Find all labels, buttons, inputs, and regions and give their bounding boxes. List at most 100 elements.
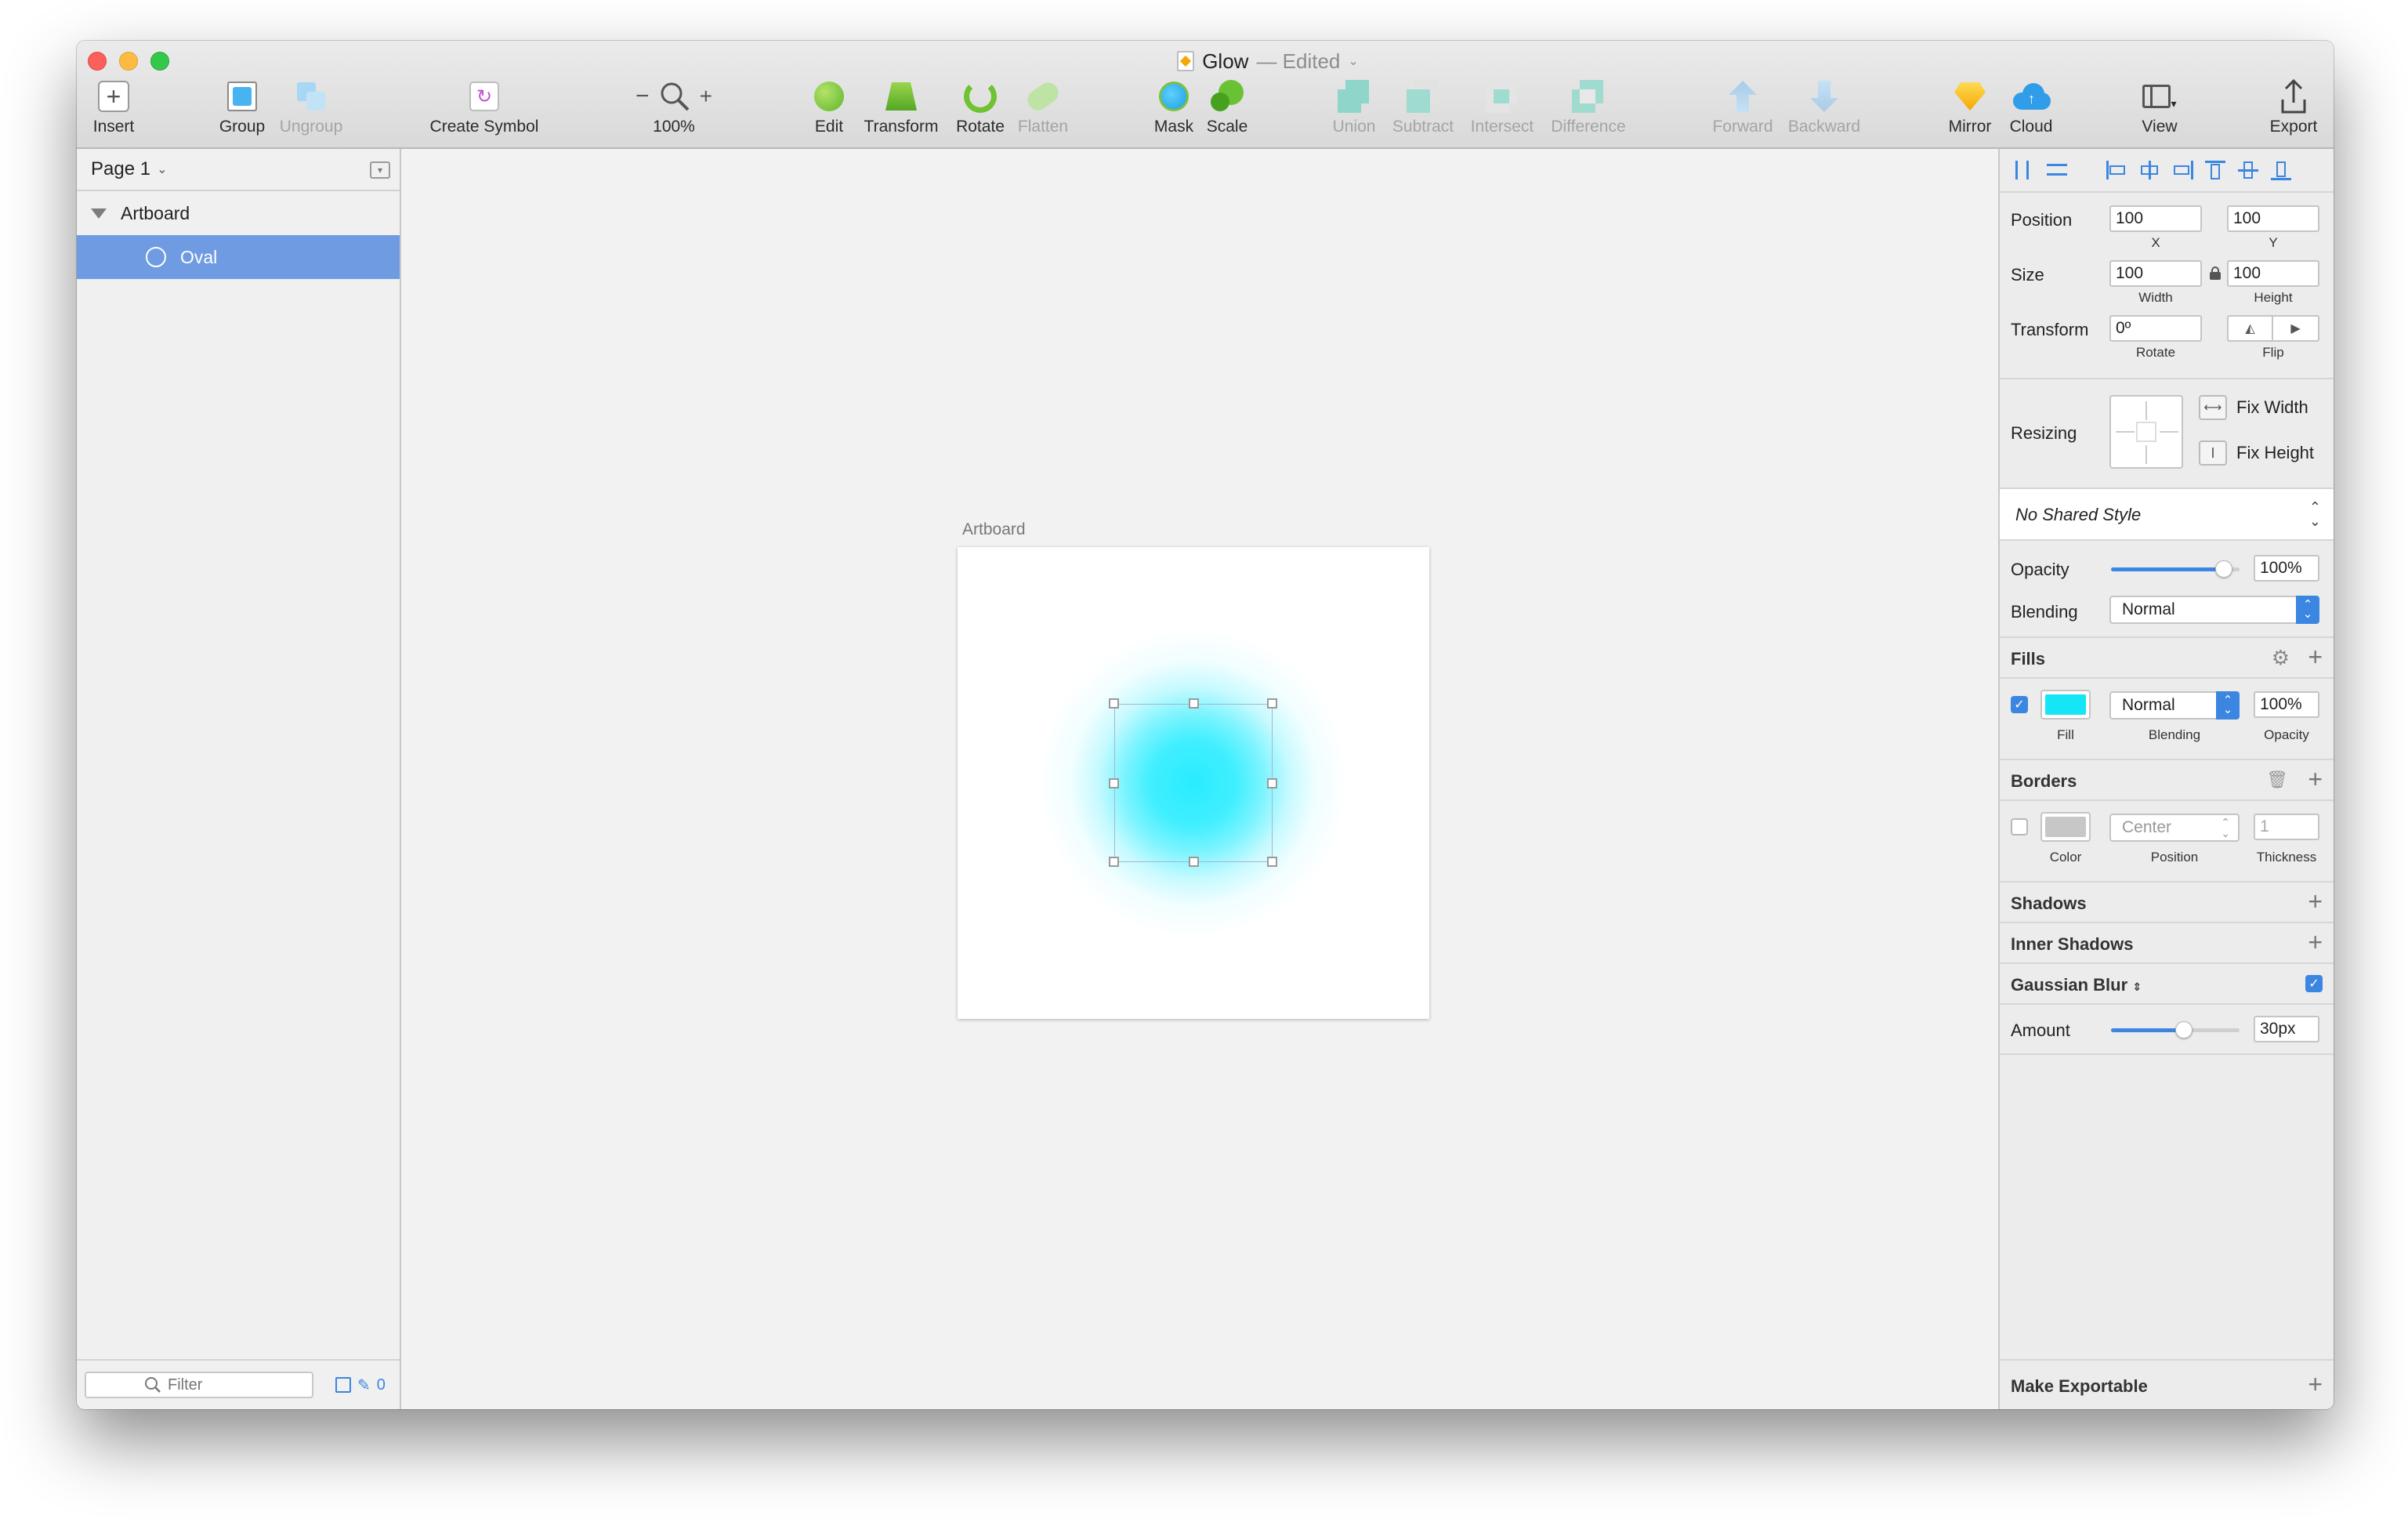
- page-selector[interactable]: Page 1 ⌄ ▾: [77, 149, 400, 191]
- resize-handle-bottom[interactable]: [1189, 857, 1199, 867]
- resize-handle-right[interactable]: [1267, 778, 1277, 788]
- position-label: Position: [2011, 210, 2073, 230]
- resize-handle-top-right[interactable]: [1267, 698, 1277, 709]
- backward-button[interactable]: Backward: [1785, 78, 1863, 144]
- edit-button[interactable]: Edit: [807, 78, 851, 144]
- gear-icon[interactable]: ⚙: [2272, 646, 2290, 670]
- fix-height-toggle[interactable]: I Fix Height: [2199, 440, 2314, 466]
- align-top-icon[interactable]: [2203, 159, 2227, 181]
- distribute-vertical-icon[interactable]: [2045, 159, 2069, 181]
- align-left-icon[interactable]: [2105, 159, 2128, 181]
- height-field[interactable]: 100: [2227, 260, 2319, 287]
- blur-amount-slider[interactable]: [2111, 1021, 2240, 1038]
- export-button[interactable]: Export: [2266, 78, 2321, 144]
- size-label: Size: [2011, 265, 2044, 285]
- cloud-button[interactable]: ↑ Cloud: [2006, 78, 2056, 144]
- union-button[interactable]: Union: [1329, 78, 1379, 144]
- add-export-icon[interactable]: +: [2308, 1372, 2323, 1397]
- filter-input[interactable]: [168, 1376, 254, 1394]
- footer-icons: ✎ 0: [335, 1376, 386, 1395]
- zoom-out-icon[interactable]: −: [635, 83, 650, 110]
- rotate-field[interactable]: 0º: [2109, 315, 2202, 342]
- resize-handle-bottom-right[interactable]: [1267, 857, 1277, 867]
- subtract-button[interactable]: Subtract: [1389, 78, 1457, 144]
- rotate-button[interactable]: Rotate: [953, 78, 1008, 144]
- artboard-title[interactable]: Artboard: [962, 520, 1026, 539]
- fill-enabled-checkbox[interactable]: ✓: [2011, 696, 2028, 713]
- y-field[interactable]: 100: [2227, 205, 2319, 232]
- resize-handle-bottom-left[interactable]: [1109, 857, 1119, 867]
- view-button[interactable]: ▾ View: [2136, 78, 2183, 144]
- fill-color-well[interactable]: [2040, 690, 2091, 720]
- opacity-field[interactable]: 100%: [2254, 555, 2319, 582]
- distribute-horizontal-icon[interactable]: [2012, 159, 2036, 181]
- border-position-label: Position: [2150, 850, 2199, 864]
- resize-handle-left[interactable]: [1109, 778, 1119, 788]
- lock-icon[interactable]: [2210, 266, 2221, 280]
- zoom-control[interactable]: − + 100%: [628, 78, 719, 144]
- align-vertical-center-icon[interactable]: [2236, 159, 2260, 181]
- blur-amount-slider-knob[interactable]: [2175, 1021, 2193, 1038]
- add-fill-icon[interactable]: +: [2308, 644, 2323, 669]
- insert-button[interactable]: + Insert: [89, 78, 138, 144]
- collapse-pages-icon[interactable]: ▾: [370, 161, 390, 179]
- mirror-button[interactable]: Mirror: [1945, 78, 1995, 144]
- scale-button[interactable]: Scale: [1204, 78, 1251, 144]
- forward-button[interactable]: Forward: [1710, 78, 1776, 144]
- border-thickness-field[interactable]: 1: [2254, 814, 2319, 840]
- shared-style-selector[interactable]: No Shared Style ⌃ ⌄: [2000, 489, 2334, 541]
- zoom-in-icon[interactable]: +: [700, 84, 712, 109]
- add-shadow-icon[interactable]: +: [2308, 889, 2323, 914]
- flatten-button[interactable]: Flatten: [1014, 78, 1072, 144]
- layer-oval[interactable]: Oval: [77, 235, 400, 279]
- updown-chevron-icon: ⌃ ⌄: [2296, 596, 2319, 624]
- close-window-button[interactable]: [88, 52, 107, 71]
- opacity-slider[interactable]: [2111, 560, 2240, 578]
- resizing-constraints-widget[interactable]: [2109, 395, 2183, 469]
- disclosure-triangle-icon[interactable]: [91, 208, 107, 219]
- opacity-slider-knob[interactable]: [2215, 560, 2233, 578]
- border-color-well[interactable]: [2040, 812, 2091, 842]
- blur-type-selector[interactable]: Gaussian Blur ⇕: [2011, 975, 2142, 995]
- slice-filter-icon[interactable]: ✎: [357, 1376, 371, 1395]
- width-field[interactable]: 100: [2109, 260, 2202, 287]
- flip-vertical-icon[interactable]: ▶: [2273, 317, 2318, 340]
- flip-horizontal-icon[interactable]: ◭: [2229, 317, 2274, 340]
- fix-width-toggle[interactable]: ⟷ Fix Width: [2199, 395, 2308, 420]
- add-border-icon[interactable]: +: [2308, 767, 2323, 792]
- border-position-select[interactable]: Center ⌃ ⌄: [2109, 814, 2240, 842]
- mask-button[interactable]: Mask: [1150, 78, 1197, 144]
- resize-handle-top-left[interactable]: [1109, 698, 1119, 709]
- align-horizontal-center-icon[interactable]: [2138, 159, 2161, 181]
- opacity-slider-fill: [2111, 567, 2225, 571]
- blending-select[interactable]: Normal ⌃ ⌄: [2109, 596, 2319, 624]
- align-right-icon[interactable]: [2171, 159, 2194, 181]
- window-title[interactable]: Glow — Edited ⌄: [1119, 47, 1417, 75]
- blur-enabled-checkbox[interactable]: ✓: [2305, 975, 2323, 992]
- layer-artboard[interactable]: Artboard: [77, 191, 400, 235]
- subtract-icon: [1407, 80, 1439, 113]
- align-bottom-icon[interactable]: [2269, 159, 2293, 181]
- fill-blending-select[interactable]: Normal ⌃ ⌄: [2109, 691, 2240, 720]
- group-button[interactable]: Group: [218, 78, 266, 144]
- x-field[interactable]: 100: [2109, 205, 2202, 232]
- canvas[interactable]: Artboard: [401, 149, 1998, 1409]
- blur-amount-field[interactable]: 30px: [2254, 1016, 2319, 1042]
- symbols-filter-icon[interactable]: [335, 1377, 351, 1393]
- create-symbol-button[interactable]: ↻ Create Symbol: [426, 78, 542, 144]
- maximize-window-button[interactable]: [150, 52, 169, 71]
- difference-button[interactable]: Difference: [1547, 78, 1630, 144]
- minimize-window-button[interactable]: [119, 52, 138, 71]
- filter-field[interactable]: [85, 1372, 313, 1398]
- intersect-button[interactable]: Intersect: [1465, 78, 1539, 144]
- border-enabled-checkbox[interactable]: [2011, 818, 2028, 835]
- ungroup-button[interactable]: Ungroup: [277, 78, 345, 144]
- transform-button[interactable]: Transform: [860, 78, 942, 144]
- fill-opacity-field[interactable]: 100%: [2254, 691, 2319, 718]
- add-inner-shadow-icon[interactable]: +: [2308, 930, 2323, 955]
- blending-label: Blending: [2011, 602, 2078, 622]
- artboard[interactable]: [958, 547, 1429, 1019]
- trash-icon[interactable]: 🗑: [2266, 770, 2288, 790]
- resize-handle-top[interactable]: [1189, 698, 1199, 709]
- selection-box[interactable]: [1109, 698, 1277, 867]
